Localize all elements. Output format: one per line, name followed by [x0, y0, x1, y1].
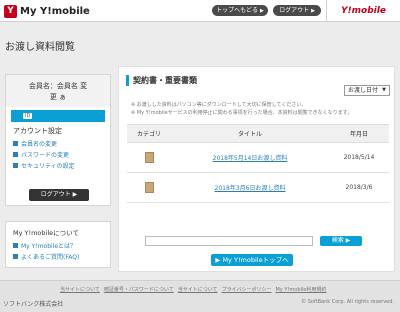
note-line: ※ お渡しした資料はパソコン等にダウンロードして大切に保管してください。 — [131, 102, 307, 108]
category-cell — [127, 172, 171, 203]
about-title: My Y!mobileについて — [13, 229, 79, 237]
search-button-label: 検索 — [331, 237, 344, 244]
id-tag: ID — [23, 113, 33, 119]
security-settings-link[interactable]: セキュリティの設定 — [13, 161, 103, 170]
copyright: © SoftBank Corp. All rights reserved. — [301, 299, 394, 305]
arrow-right-icon: ▶ — [345, 237, 351, 244]
search-button[interactable]: 検索 ▶ — [320, 236, 362, 246]
section-title: 契約書・重要書類 — [126, 75, 197, 86]
top-page-button[interactable]: トップへもどる ▶ — [212, 5, 268, 16]
logo-mark: Y — [4, 4, 17, 18]
page-title: お渡し資料閲覧 — [5, 42, 75, 53]
table-row: 2018年5月14日お渡し資料 2018/5/14 — [127, 142, 389, 173]
notes: ※ お渡しした資料はパソコン等にダウンロードして大切に保管してください。 ※ M… — [131, 101, 352, 117]
footer-link[interactable]: 当サイトについて — [60, 286, 100, 293]
document-icon — [144, 182, 154, 193]
table-row: 2018年3月6日お渡し資料 2018/3/6 — [127, 172, 389, 203]
member-id-bar: ID — [11, 110, 105, 122]
document-icon — [144, 152, 154, 163]
arrow-right-icon: ▶ — [72, 191, 78, 198]
date-cell: 2018/3/6 — [329, 172, 389, 203]
bullet-icon — [13, 162, 18, 168]
member-panel: 会員名：会員名 変 更 ぁ ID アカウント設定 会員名の変更 パスワードの変更… — [5, 74, 111, 206]
brand-logo[interactable]: Y!mobile — [326, 0, 400, 21]
mypage-top-button[interactable]: ▶ My Y!mobileトップへ — [211, 254, 293, 266]
bullet-icon — [13, 151, 18, 157]
member-name: 会員名：会員名 変 更 ぁ — [6, 75, 110, 107]
top-bar: Y My Y!mobile トップへもどる ▶ ログアウト ▶ Y!mobile — [0, 0, 400, 22]
bullet-icon — [13, 242, 18, 248]
sort-select-value: お渡し日付 — [348, 87, 379, 94]
company-name: ソフトバンク株式会社 — [3, 301, 64, 308]
footer-link[interactable]: プライバシーポリシー — [222, 286, 272, 293]
title-cell: 2018年5月14日お渡し資料 — [171, 142, 329, 173]
member-name-line2: 更 ぁ — [49, 93, 67, 101]
change-member-name-link[interactable]: 会員名の変更 — [13, 139, 103, 148]
link-label: よくあるご質問(FAQ) — [21, 253, 80, 261]
note-line: ※ My Y!mobileサービスの利用停止に関わる事項を行った場合、本資料は閲… — [131, 110, 353, 116]
site-logo[interactable]: Y My Y!mobile — [4, 4, 90, 18]
logo-text: My Y!mobile — [20, 5, 90, 17]
footer-link[interactable]: My Y!mobile利用規約 — [275, 286, 326, 293]
logout-button-label: ログアウト — [279, 7, 310, 14]
link-label: パスワードの変更 — [21, 151, 70, 159]
footer-links: 当サイトについて 暗証番号・パスワードについて 当サイトについて プライバシーポ… — [60, 286, 330, 293]
about-link[interactable]: My Y!mobileとは？ — [13, 241, 103, 250]
bullet-icon — [13, 253, 18, 259]
bullet-icon — [13, 140, 18, 146]
about-panel: My Y!mobileについて My Y!mobileとは？ よくあるご質問(F… — [5, 221, 111, 268]
link-label: セキュリティの設定 — [21, 162, 75, 170]
sidebar-logout-button[interactable]: ログアウト ▶ — [29, 189, 89, 201]
column-header-date: 年月日 — [329, 124, 389, 143]
chevron-down-icon: ▼ — [382, 87, 386, 93]
faq-link[interactable]: よくあるご質問(FAQ) — [13, 252, 103, 261]
logout-button[interactable]: ログアウト ▶ — [273, 5, 321, 16]
column-header-category: カテゴリ — [127, 124, 171, 143]
link-label: 会員名の変更 — [21, 140, 58, 148]
footer-link[interactable]: 暗証番号・パスワードについて — [104, 286, 174, 293]
top-page-button-label: トップへもどる — [216, 7, 259, 14]
account-settings-title: アカウント設定 — [13, 127, 62, 135]
footer: 当サイトについて 暗証番号・パスワードについて 当サイトについて プライバシーポ… — [0, 280, 400, 312]
sort-select[interactable]: お渡し日付 ▼ — [344, 85, 390, 96]
footer-link[interactable]: 当サイトについて — [178, 286, 218, 293]
note-text: My Y!mobileサービスの利用停止に関わる事項を行った場合、本資料は閲覧で… — [136, 110, 353, 116]
search-input[interactable] — [145, 236, 313, 246]
category-cell — [127, 142, 171, 173]
note-text: お渡しした資料はパソコン等にダウンロードして大切に保管してください。 — [136, 102, 307, 108]
member-name-line1: 会員名：会員名 変 — [28, 82, 88, 90]
table-header-row: カテゴリ タイトル 年月日 — [127, 124, 389, 143]
title-cell: 2018年3月6日お渡し資料 — [171, 172, 329, 203]
documents-table: カテゴリ タイトル 年月日 2018年5月14日お渡し資料 2018/5/14 … — [127, 124, 389, 203]
document-link[interactable]: 2018年5月14日お渡し資料 — [213, 155, 288, 162]
arrow-right-icon: ▶ — [260, 8, 264, 14]
document-link[interactable]: 2018年3月6日お渡し資料 — [215, 185, 286, 192]
sidebar-logout-label: ログアウト — [40, 191, 71, 198]
link-label: My Y!mobileとは？ — [21, 242, 77, 250]
arrow-right-icon: ▶ — [215, 256, 221, 264]
column-header-title: タイトル — [171, 124, 329, 143]
change-password-link[interactable]: パスワードの変更 — [13, 150, 103, 159]
date-cell: 2018/5/14 — [329, 142, 389, 173]
mypage-top-label: My Y!mobileトップへ — [222, 256, 289, 264]
arrow-right-icon: ▶ — [311, 8, 315, 14]
